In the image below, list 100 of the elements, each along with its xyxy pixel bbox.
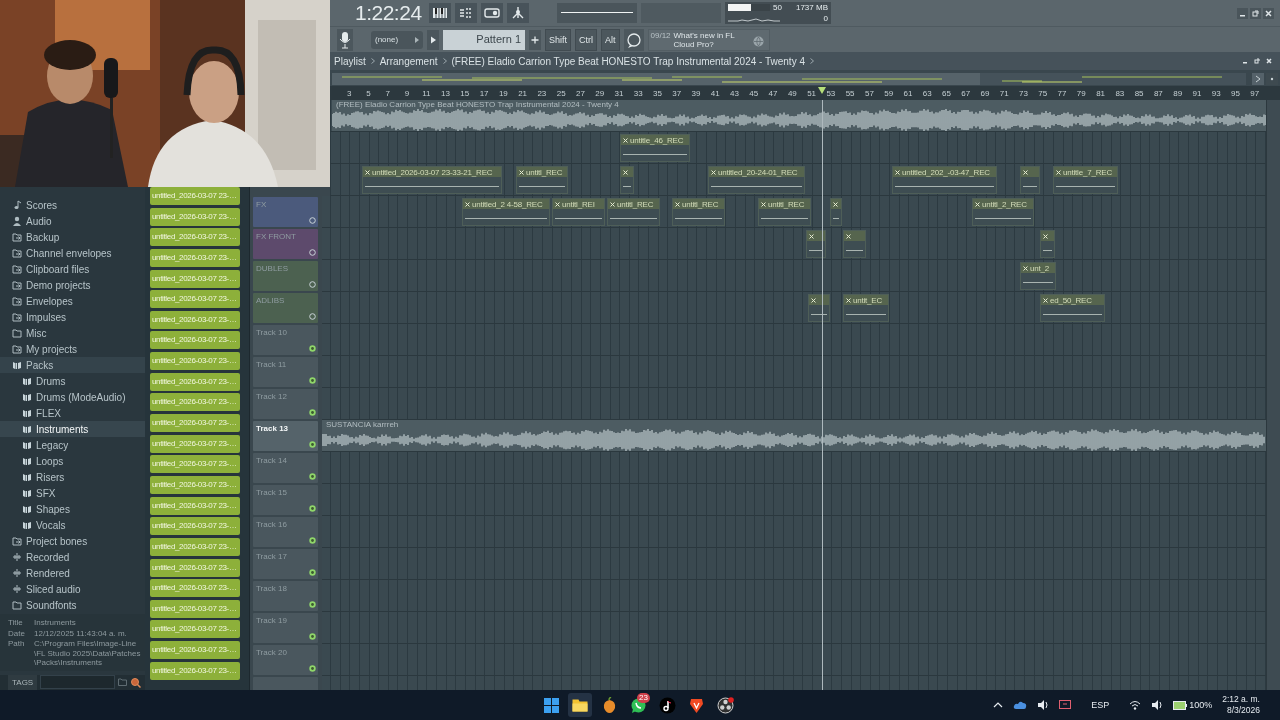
audio-clip[interactable]: untitled_2026-03-07 23-33-21_REC [362, 166, 502, 194]
browser-item[interactable]: Drums [0, 373, 145, 389]
shield-icon[interactable] [687, 696, 705, 714]
language-indicator[interactable]: ESP [1091, 700, 1110, 710]
audio-clip[interactable]: untitle_7_REC [1053, 166, 1118, 194]
playhead-marker[interactable] [818, 87, 827, 94]
ring-icon[interactable] [309, 217, 316, 224]
pattern-clip[interactable]: untitled_2026-03-07 23-… [150, 372, 240, 391]
track-header[interactable]: Track 19 [253, 613, 318, 643]
led-icon[interactable] [309, 441, 316, 448]
browser-item[interactable]: Drums (ModeAudio) [0, 389, 145, 405]
track-header[interactable]: Track 16 [253, 517, 318, 547]
browser-item[interactable]: Legacy [0, 437, 145, 453]
pattern-clip[interactable]: untitled_2026-03-07 23-… [150, 269, 240, 288]
plug-icon[interactable] [507, 3, 529, 23]
audio-clip[interactable]: untitl_REC [516, 166, 568, 194]
browser-item[interactable]: Soundfonts [0, 597, 145, 613]
pattern-clip[interactable]: untitled_2026-03-07 23-… [150, 517, 240, 536]
battery-icon[interactable] [1173, 700, 1188, 710]
close-icon[interactable] [1264, 56, 1274, 66]
led-icon[interactable] [309, 473, 316, 480]
pattern-clip[interactable]: untitled_2026-03-07 23-… [150, 393, 240, 412]
led-icon[interactable] [309, 633, 316, 640]
led-icon[interactable] [309, 377, 316, 384]
track-header[interactable]: DUBLES [253, 261, 318, 291]
speaker-icon[interactable] [1151, 700, 1164, 710]
browser-item[interactable]: Project bones [0, 533, 145, 549]
pattern-clip[interactable]: untitled_2026-03-07 23-… [150, 599, 240, 618]
audio-clip[interactable]: ed_50_REC [1040, 294, 1105, 322]
track-header[interactable]: Track 11 [253, 357, 318, 387]
pattern-clip[interactable]: untitled_2026-03-07 23-… [150, 352, 240, 371]
audio-clip[interactable] [806, 230, 826, 258]
audio-clip[interactable] [808, 294, 830, 322]
led-icon[interactable] [309, 345, 316, 352]
pattern-clip[interactable]: untitled_2026-03-07 23-… [150, 228, 240, 247]
search-icon[interactable] [130, 676, 141, 688]
audio-clip[interactable]: untitled_2 4-58_REC [462, 198, 550, 226]
clock-date[interactable]: 8/3/2026 [1226, 705, 1260, 716]
screen-icon[interactable] [1059, 700, 1072, 710]
browser-item[interactable]: Clipboard files [0, 261, 145, 277]
browser-item[interactable]: Rendered [0, 565, 145, 581]
led-icon[interactable] [309, 409, 316, 416]
led-icon[interactable] [309, 537, 316, 544]
audio-clip[interactable] [1020, 166, 1040, 194]
browser-item[interactable]: FLEX [0, 405, 145, 421]
browser-item[interactable]: Loops [0, 453, 145, 469]
browser-item[interactable]: Risers [0, 469, 145, 485]
pattern-clip[interactable]: untitled_2026-03-07 23-… [150, 434, 240, 453]
browser-item[interactable]: Packs [0, 357, 145, 373]
folder-icon[interactable] [568, 693, 592, 717]
audio-clip[interactable]: untitl_REC [758, 198, 811, 226]
pattern-mode-dropdown[interactable]: (none) [371, 30, 423, 49]
led-icon[interactable] [309, 665, 316, 672]
pattern-clip[interactable]: untitled_2026-03-07 23-… [150, 661, 240, 680]
track-header[interactable]: FX FRONT [253, 229, 318, 259]
record-icon[interactable] [716, 696, 734, 714]
audio-clip[interactable]: SUSTANCIA karrreh [322, 420, 1266, 451]
plus-icon[interactable] [529, 29, 541, 50]
browser-item[interactable]: Impulses [0, 309, 145, 325]
microphone-icon[interactable] [337, 28, 353, 51]
browser-item[interactable]: Misc [0, 325, 145, 341]
close-icon[interactable] [1263, 8, 1274, 19]
audio-clip[interactable]: untitled_20-24-01_REC [708, 166, 805, 194]
ring-icon[interactable] [309, 249, 316, 256]
audio-clip[interactable]: unt_2 [1020, 262, 1056, 290]
track-header[interactable]: Track 17 [253, 549, 318, 579]
audio-clip[interactable] [620, 166, 634, 194]
track-header[interactable]: FX [253, 197, 318, 227]
pattern-clip[interactable]: untitled_2026-03-07 23-… [150, 558, 240, 577]
pattern-clip[interactable]: untitled_2026-03-07 23-… [150, 475, 240, 494]
browser-item[interactable]: Envelopes [0, 293, 145, 309]
pattern-clip[interactable]: untitled_2026-03-07 23-… [150, 187, 240, 205]
led-icon[interactable] [309, 601, 316, 608]
clock-time[interactable]: 2:12 a. m. [1222, 694, 1260, 705]
audio-clip[interactable]: untit_EC [843, 294, 889, 322]
pattern-clip[interactable]: untitled_2026-03-07 23-… [150, 579, 240, 598]
track-header[interactable]: Track 13 [253, 421, 318, 451]
browser-item[interactable]: Channel envelopes [0, 245, 145, 261]
browser-item[interactable]: Vocals [0, 517, 145, 533]
breadcrumb-item[interactable]: (FREE) Eladio Carrion Type Beat HONESTO Trap Instrumental 2024 - Twenty 4 [451, 55, 805, 67]
pattern-clip[interactable]: untitled_2026-03-07 23-… [150, 290, 240, 309]
pattern-clip[interactable]: untitled_2026-03-07 23-… [150, 248, 240, 267]
browser-item[interactable]: My projects [0, 341, 145, 357]
browser-item[interactable]: Backup [0, 229, 145, 245]
ring-icon[interactable] [309, 313, 316, 320]
restore-icon[interactable] [1250, 8, 1261, 19]
cloud-icon[interactable] [1013, 700, 1028, 710]
music-note-icon[interactable] [658, 696, 676, 714]
browser-item[interactable]: Shapes [0, 501, 145, 517]
scrollbar[interactable] [1266, 100, 1280, 690]
track-header[interactable]: Track 12 [253, 389, 318, 419]
ring-icon[interactable] [309, 281, 316, 288]
audio-clip[interactable]: (FREE) Eladio Carrion Type Beat HONESTO Trap Instrumental 2024 - Twenty 4 [332, 100, 1266, 131]
minimize-icon[interactable] [1237, 8, 1248, 19]
track-header[interactable]: Track 14 [253, 453, 318, 483]
track-header[interactable]: Track 15 [253, 485, 318, 515]
pattern-selector[interactable]: Pattern 1 [443, 29, 525, 50]
pattern-clip[interactable]: untitled_2026-03-07 23-… [150, 310, 240, 329]
browser-item[interactable]: SFX [0, 485, 145, 501]
audio-clip[interactable]: untitl_REC [607, 198, 660, 226]
